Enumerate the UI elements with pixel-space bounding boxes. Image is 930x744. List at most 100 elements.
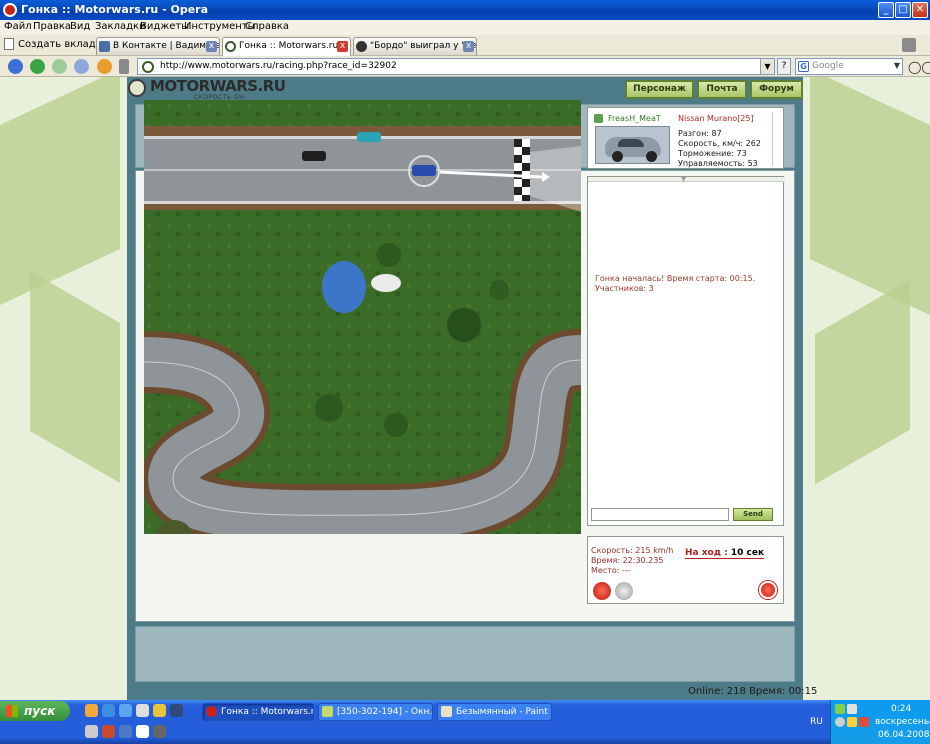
search-engine-dropdown[interactable]: ▼ — [891, 58, 903, 75]
menu-file[interactable]: Файл — [4, 21, 32, 32]
chat-message: Участников: 3 — [595, 284, 654, 293]
reload-icon[interactable] — [97, 59, 112, 74]
menu-widgets[interactable]: Виджеты — [140, 21, 189, 32]
bush — [377, 243, 401, 267]
chat-message: Гонка началась! Время старта: 00:15. — [595, 274, 756, 283]
opponent-car — [302, 151, 326, 161]
football-icon — [356, 41, 367, 52]
player-car[interactable] — [412, 165, 436, 176]
stop-icon[interactable] — [759, 581, 777, 599]
quick-launch-icon[interactable] — [85, 704, 98, 717]
chat-divider[interactable]: ▼ — [588, 175, 785, 183]
race-speed: Скорость: 215 km/h — [591, 546, 674, 555]
taskbar-item-opera[interactable]: Гонка :: Motorwars.r... — [202, 703, 314, 721]
menu-edit[interactable]: Правка — [33, 21, 71, 32]
quick-launch-icon[interactable] — [136, 725, 149, 738]
ie-icon[interactable] — [119, 704, 132, 717]
race-place: Место: --- — [591, 566, 631, 575]
leaf-decoration — [30, 271, 120, 483]
logo-icon — [128, 79, 146, 97]
tab-vkontakte[interactable]: В Контакте | Вадим Саз... x — [96, 37, 220, 55]
taskbar-item-paint[interactable]: Безымянный - Paint — [437, 703, 552, 721]
finish-line — [514, 139, 530, 201]
car-name[interactable]: Nissan Murano[25] — [678, 114, 754, 123]
taskbar-item-window[interactable]: [350-302-194] - Окн... — [318, 703, 433, 721]
stat-acceleration: Разгон: 87 — [678, 129, 722, 138]
tray-icon[interactable] — [835, 704, 845, 714]
track-map — [144, 100, 581, 534]
stat-braking: Торможение: 73 — [678, 149, 747, 158]
quick-launch-icon[interactable] — [119, 725, 132, 738]
tray-icon[interactable] — [847, 717, 857, 727]
close-tab-icon[interactable]: x — [337, 41, 348, 52]
close-tab-icon[interactable]: x — [463, 41, 474, 52]
address-bar: http://www.motorwars.ru/racing.php?race_… — [0, 56, 930, 77]
site-logo[interactable]: MOTORWARS.RU СКОРОСТЬ ОН-ЛАЙН — [128, 77, 286, 108]
race-track[interactable] — [144, 100, 581, 534]
forward-icon[interactable] — [52, 59, 67, 74]
quick-launch-icon[interactable] — [85, 725, 98, 738]
tray-icon[interactable] — [859, 717, 869, 727]
opera-icon[interactable] — [102, 725, 115, 738]
nav-forum-button[interactable]: Форум — [750, 80, 803, 99]
rewind-icon[interactable] — [8, 59, 23, 74]
nitro-button[interactable] — [593, 582, 611, 600]
windows-logo-icon — [6, 705, 18, 717]
fast-forward-icon[interactable] — [74, 59, 89, 74]
quick-launch-icon[interactable] — [153, 704, 166, 717]
menu-bar: Файл Правка Вид Закладки Виджеты Инструм… — [0, 20, 930, 35]
url-text: http://www.motorwars.ru/racing.php?race_… — [160, 61, 397, 71]
chat-input[interactable] — [591, 508, 729, 521]
glasses-icon[interactable]: ◯◯ — [908, 60, 930, 74]
motorwars-icon — [225, 41, 236, 52]
maximize-button[interactable]: □ — [895, 2, 911, 18]
handbrake-button[interactable] — [615, 582, 633, 600]
menu-bookmarks[interactable]: Закладки — [95, 21, 146, 32]
tray-icon[interactable] — [835, 717, 845, 727]
search-input[interactable]: G Google — [795, 58, 903, 75]
nav-character-button[interactable]: Персонаж — [625, 80, 694, 99]
trash-icon[interactable] — [902, 38, 916, 52]
chevron-down-icon[interactable]: ▼ — [760, 59, 774, 74]
taskbar: пуск Гонка :: Motorwars.r... [350-302-19… — [0, 700, 930, 744]
nav-mail-button[interactable]: Почта — [697, 80, 747, 99]
race-time: Время: 22:30.235 — [591, 556, 664, 565]
window-title: Гонка :: Motorwars.ru - Opera — [21, 3, 209, 16]
quick-launch-icon[interactable] — [102, 704, 115, 717]
opponent-car — [357, 132, 381, 142]
minimize-button[interactable]: _ — [878, 2, 894, 18]
tab-motorwars[interactable]: Гонка :: Motorwars.ru x — [222, 37, 351, 57]
back-icon[interactable] — [30, 59, 45, 74]
quick-launch-icon[interactable] — [136, 704, 149, 717]
site-info-button[interactable]: ? — [777, 58, 791, 75]
race-stats-panel: Скорость: 215 km/h Время: 22:30.235 Мест… — [587, 536, 784, 604]
turn-label: На ход : — [685, 548, 728, 558]
menu-view[interactable]: Вид — [70, 21, 90, 32]
menu-help[interactable]: Справка — [245, 21, 289, 32]
language-indicator[interactable]: RU — [810, 717, 823, 727]
tab-label: В Контакте | Вадим Саз... — [113, 41, 219, 51]
chat-icon — [322, 706, 333, 717]
close-tab-icon[interactable]: x — [206, 41, 217, 52]
new-tab-button[interactable]: Создать вкладку — [4, 38, 108, 50]
tab-label: Гонка :: Motorwars.ru — [239, 41, 339, 51]
leaf-decoration — [810, 77, 930, 315]
online-status: Online: 218 Время: 00:15 — [688, 686, 818, 697]
start-button[interactable]: пуск — [0, 701, 70, 721]
url-input[interactable]: http://www.motorwars.ru/racing.php?race_… — [137, 58, 775, 75]
send-button[interactable]: Send — [733, 508, 773, 521]
quick-launch-icon[interactable] — [153, 725, 166, 738]
player-scrollbar[interactable] — [772, 112, 780, 166]
bush — [384, 413, 408, 437]
bush — [447, 308, 481, 342]
turn-timer: На ход : 10 сек — [685, 548, 765, 559]
close-button[interactable]: ✕ — [912, 2, 928, 18]
chevron-down-icon: ▼ — [681, 175, 687, 183]
tray-icon[interactable] — [847, 704, 857, 714]
quick-launch-icon[interactable] — [170, 704, 183, 717]
taskbar-item-label: [350-302-194] - Окн... — [337, 707, 433, 717]
clock-time[interactable]: 0:24 — [891, 704, 911, 714]
edit-icon[interactable] — [119, 59, 129, 74]
player-name[interactable]: FreasH_MeaT — [608, 114, 661, 123]
tab-bordeaux[interactable]: "Бордо" выиграл у "Рен... x — [353, 37, 477, 55]
